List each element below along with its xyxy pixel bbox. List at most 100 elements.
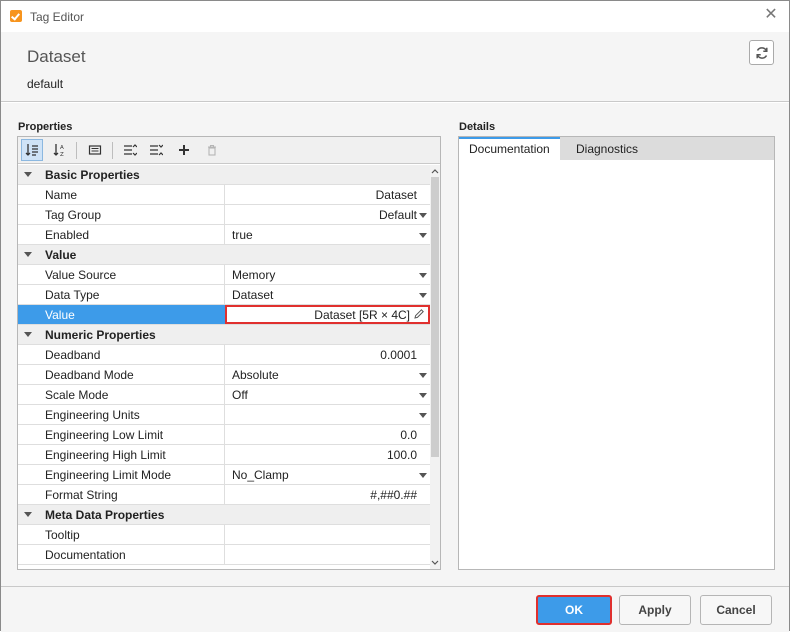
- description-icon: [88, 145, 102, 155]
- property-row[interactable]: Scale Mode Off: [18, 385, 430, 405]
- trash-icon: [208, 144, 216, 156]
- window-title: Tag Editor: [30, 10, 85, 24]
- property-value-dropdown[interactable]: Off: [225, 385, 430, 404]
- collapse-caret-icon[interactable]: [24, 512, 32, 517]
- property-value-dropdown[interactable]: [225, 405, 430, 424]
- property-value: Dataset: [375, 188, 417, 202]
- refresh-button[interactable]: [749, 40, 774, 65]
- show-description-button[interactable]: [84, 139, 106, 161]
- sort-alphabetical-button[interactable]: A Z: [49, 139, 71, 161]
- property-value: 0.0: [400, 428, 417, 442]
- property-name: Value: [18, 305, 225, 324]
- properties-toolbar: A Z: [18, 137, 440, 164]
- svg-text:A: A: [60, 145, 64, 151]
- add-property-button[interactable]: [173, 139, 195, 161]
- property-value-field[interactable]: [225, 525, 430, 544]
- plus-icon: [179, 145, 189, 155]
- property-row[interactable]: Format String #,##0.##: [18, 485, 430, 505]
- property-name: Engineering High Limit: [18, 445, 225, 464]
- property-value: true: [232, 228, 253, 242]
- property-row[interactable]: Deadband Mode Absolute: [18, 365, 430, 385]
- tab-diagnostics[interactable]: Diagnostics: [566, 137, 648, 160]
- property-row[interactable]: Value Dataset [5R × 4C]: [18, 305, 430, 325]
- property-row[interactable]: Value Source Memory: [18, 265, 430, 285]
- collapse-all-icon: [150, 144, 163, 156]
- category-row[interactable]: Numeric Properties: [18, 325, 430, 345]
- property-value-field[interactable]: 0.0: [225, 425, 430, 444]
- category-row[interactable]: Value: [18, 245, 430, 265]
- collapse-all-button[interactable]: [145, 139, 167, 161]
- dropdown-arrow-icon[interactable]: [419, 273, 427, 278]
- svg-text:Z: Z: [60, 152, 64, 157]
- category-row[interactable]: Basic Properties: [18, 165, 430, 185]
- delete-property-button[interactable]: [201, 139, 223, 161]
- property-row[interactable]: Name Dataset: [18, 185, 430, 205]
- property-row[interactable]: Deadband 0.0001: [18, 345, 430, 365]
- property-name: Documentation: [18, 545, 225, 564]
- property-row[interactable]: Tag Group Default: [18, 205, 430, 225]
- property-value-field[interactable]: Dataset: [225, 185, 430, 204]
- property-value-dropdown[interactable]: Memory: [225, 265, 430, 284]
- property-name: Scale Mode: [18, 385, 225, 404]
- property-name: Format String: [18, 485, 225, 504]
- close-icon[interactable]: ✕: [763, 7, 779, 23]
- property-row[interactable]: Documentation: [18, 545, 430, 565]
- property-name: Deadband: [18, 345, 225, 364]
- collapse-caret-icon[interactable]: [24, 252, 32, 257]
- property-row[interactable]: Engineering Units: [18, 405, 430, 425]
- property-name: Value Source: [18, 265, 225, 284]
- property-value-field[interactable]: #,##0.##: [225, 485, 430, 504]
- tab-documentation[interactable]: Documentation: [459, 137, 560, 160]
- property-name: Tooltip: [18, 525, 225, 544]
- property-value: 100.0: [386, 448, 417, 462]
- property-value-field[interactable]: [225, 545, 430, 564]
- apply-button[interactable]: Apply: [619, 595, 691, 625]
- cancel-button[interactable]: Cancel: [700, 595, 772, 625]
- dropdown-arrow-icon[interactable]: [419, 393, 427, 398]
- expand-all-button[interactable]: [119, 139, 141, 161]
- editor-body: Properties Details A Z Basic Properties …: [1, 103, 789, 586]
- property-row[interactable]: Engineering High Limit 100.0: [18, 445, 430, 465]
- property-name: Engineering Limit Mode: [18, 465, 225, 484]
- dropdown-arrow-icon[interactable]: [419, 293, 427, 298]
- dropdown-arrow-icon[interactable]: [419, 473, 427, 478]
- scrollbar-thumb[interactable]: [431, 177, 439, 457]
- ok-button[interactable]: OK: [536, 595, 612, 625]
- property-value: Memory: [232, 268, 276, 282]
- property-value: #,##0.##: [370, 488, 417, 502]
- category-name: Meta Data Properties: [45, 508, 165, 522]
- property-value-dropdown[interactable]: Dataset: [225, 285, 430, 304]
- property-value-field[interactable]: Dataset [5R × 4C]: [225, 305, 430, 324]
- property-row[interactable]: Enabled true: [18, 225, 430, 245]
- dropdown-arrow-icon[interactable]: [419, 213, 427, 218]
- tag-editor-window: Tag Editor ✕ Dataset default Properties …: [0, 0, 790, 632]
- property-value-field[interactable]: 100.0: [225, 445, 430, 464]
- property-value-dropdown[interactable]: Default: [225, 205, 430, 224]
- sort-categorized-button[interactable]: [21, 139, 43, 161]
- property-row[interactable]: Engineering Limit Mode No_Clamp: [18, 465, 430, 485]
- vertical-scrollbar[interactable]: [430, 165, 440, 569]
- collapse-caret-icon[interactable]: [24, 172, 32, 177]
- dropdown-arrow-icon[interactable]: [419, 413, 427, 418]
- property-value-dropdown[interactable]: Absolute: [225, 365, 430, 384]
- dropdown-arrow-icon[interactable]: [419, 233, 427, 238]
- property-row[interactable]: Tooltip: [18, 525, 430, 545]
- property-name: Engineering Units: [18, 405, 225, 424]
- property-name: Tag Group: [18, 205, 225, 224]
- property-value-dropdown[interactable]: true: [225, 225, 430, 244]
- dropdown-arrow-icon[interactable]: [419, 373, 427, 378]
- property-value-dropdown[interactable]: No_Clamp: [225, 465, 430, 484]
- pencil-icon[interactable]: [413, 308, 425, 323]
- scroll-up-icon[interactable]: [430, 166, 440, 176]
- property-value-field[interactable]: 0.0001: [225, 345, 430, 364]
- property-value: Absolute: [232, 368, 279, 382]
- property-value: Dataset: [232, 288, 274, 302]
- category-row[interactable]: Meta Data Properties: [18, 505, 430, 525]
- sort-alphabetical-icon: A Z: [53, 144, 64, 157]
- property-row[interactable]: Engineering Low Limit 0.0: [18, 425, 430, 445]
- collapse-caret-icon[interactable]: [24, 332, 32, 337]
- refresh-icon: [755, 46, 768, 59]
- scroll-down-icon[interactable]: [430, 558, 440, 568]
- property-grid: Basic Properties Name Dataset Tag Group Defa…: [18, 165, 430, 569]
- property-row[interactable]: Data Type Dataset: [18, 285, 430, 305]
